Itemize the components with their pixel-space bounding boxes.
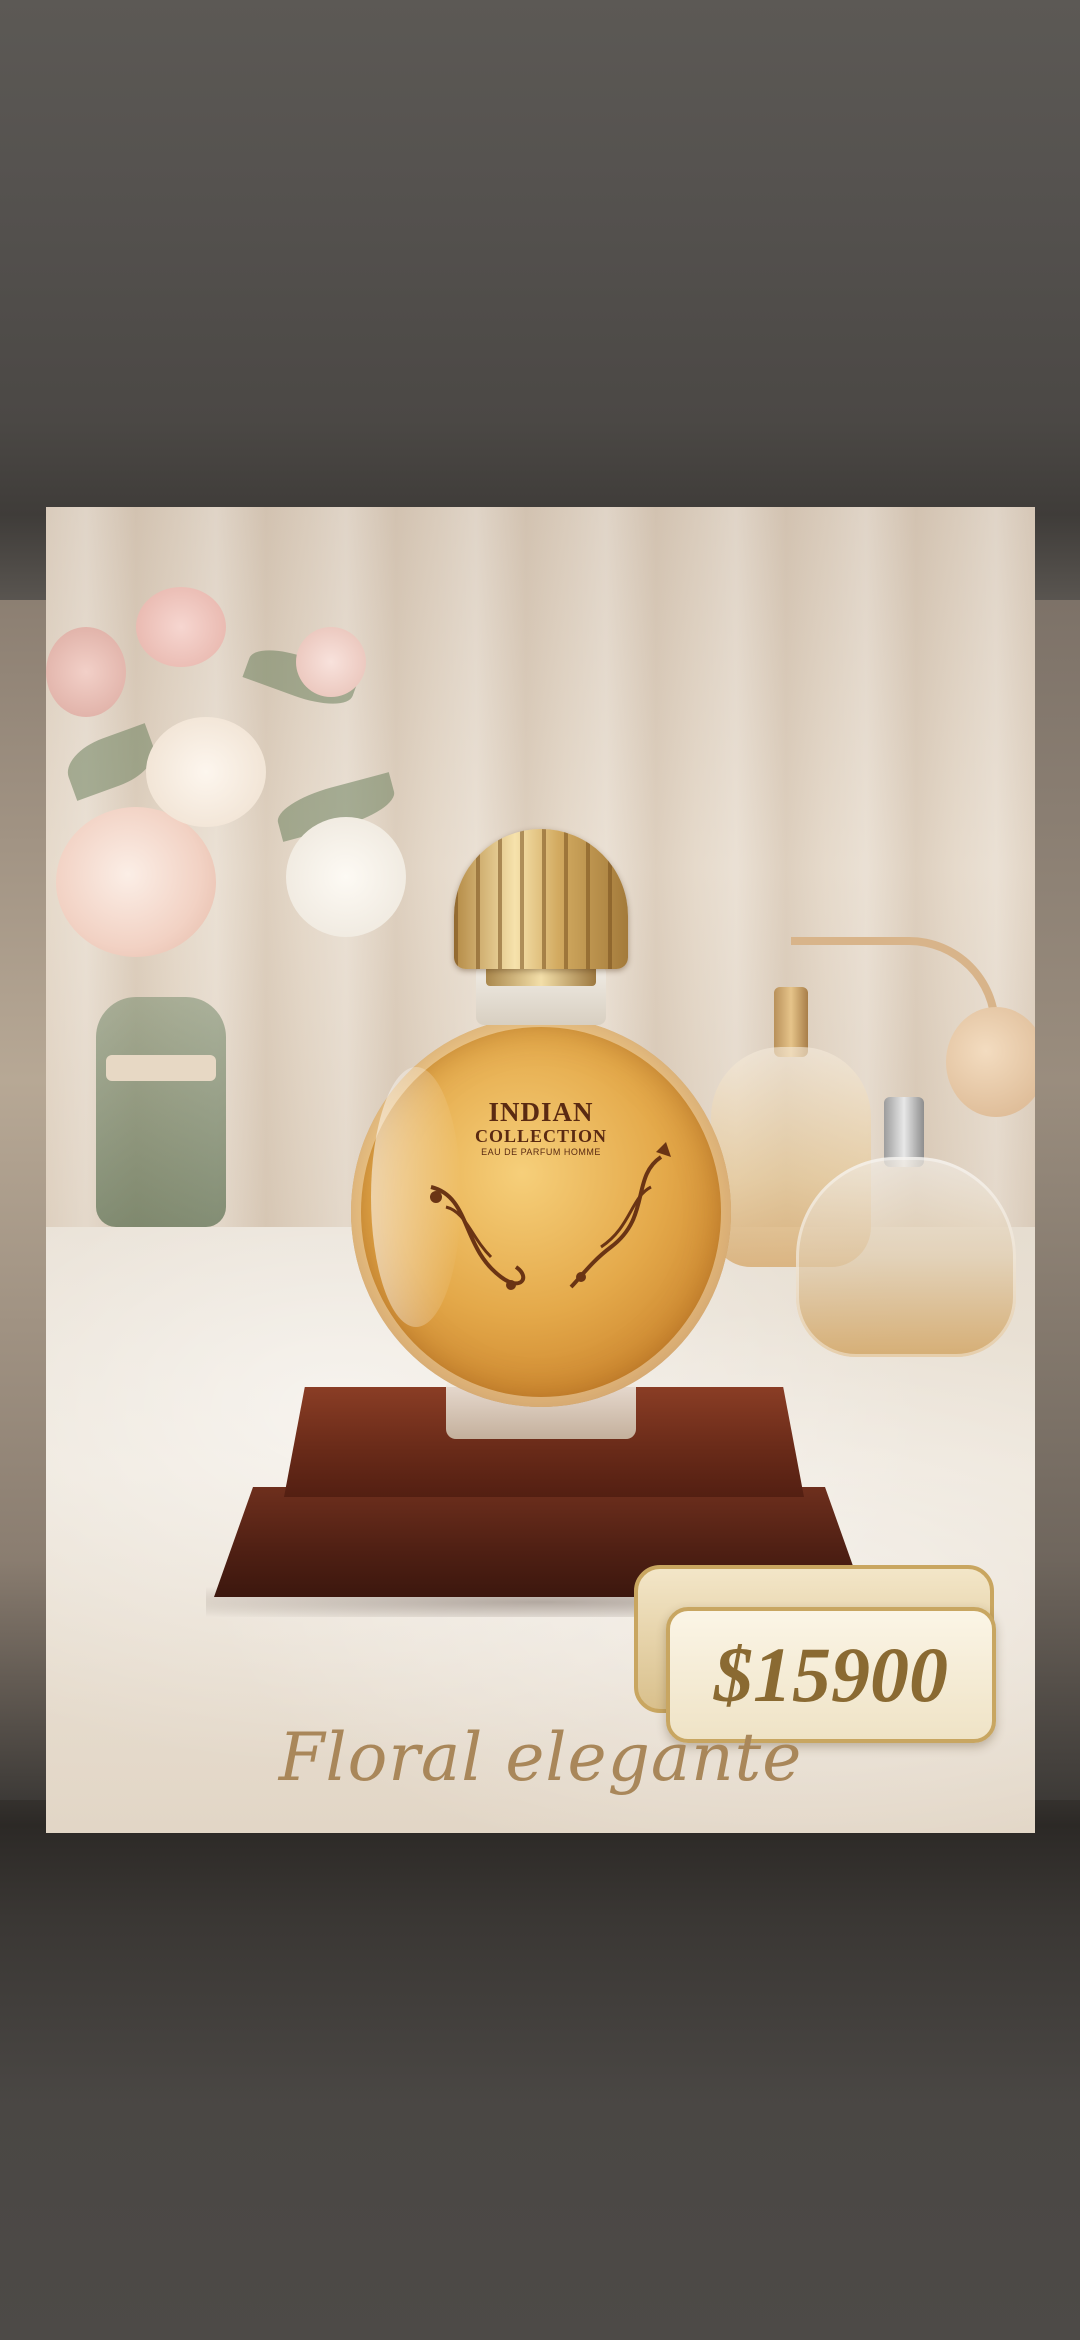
screen: INDIAN COLLECTION EAU DE PARFUM HOMME $1… bbox=[0, 0, 1080, 2340]
rose-flower bbox=[146, 717, 266, 827]
rose-flower bbox=[46, 627, 126, 717]
rose-flower bbox=[136, 587, 226, 667]
product-photo[interactable]: INDIAN COLLECTION EAU DE PARFUM HOMME $1… bbox=[46, 507, 1035, 1833]
paisley-ornament-left bbox=[430, 1185, 526, 1290]
vase-ribbon bbox=[106, 1055, 216, 1081]
rose-flower bbox=[286, 817, 406, 937]
caption-text: Floral elegante bbox=[278, 1719, 803, 1796]
price-value: $15900 bbox=[714, 1631, 948, 1718]
paisley-ornament-right bbox=[569, 1142, 671, 1289]
bottle-label-brand: INDIAN bbox=[488, 1097, 594, 1127]
rose-flower bbox=[296, 627, 366, 697]
vintage-bottle bbox=[796, 1157, 1016, 1357]
atomizer-bulb bbox=[946, 1007, 1035, 1117]
rose-flower bbox=[56, 807, 216, 957]
blurred-background-right bbox=[1032, 600, 1080, 1800]
flower-vase bbox=[96, 997, 226, 1227]
